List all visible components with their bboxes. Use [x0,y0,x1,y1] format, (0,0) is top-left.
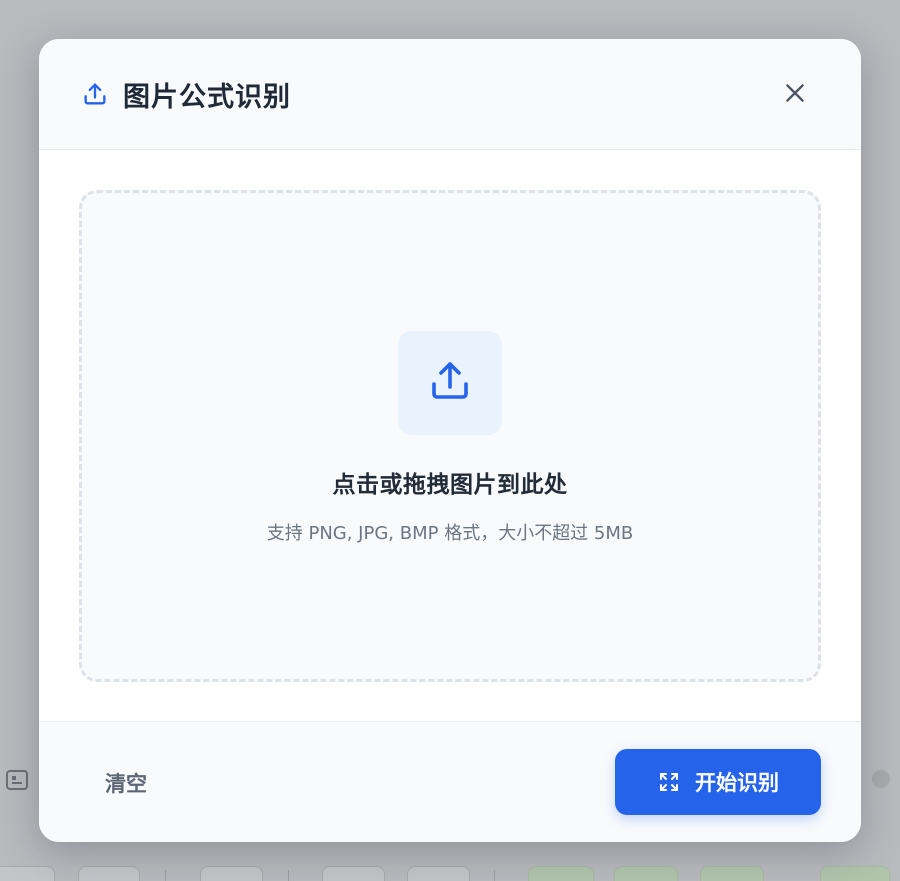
background-chip [78,866,140,881]
upload-tile [398,331,502,435]
background-chip [700,866,764,881]
dialog-footer: 清空 开始识别 [39,721,861,842]
dialog-title: 图片公式识别 [123,81,291,113]
start-button-label: 开始识别 [695,771,779,795]
background-chip [528,866,594,881]
upload-icon [426,357,474,409]
dropzone-hint: 支持 PNG, JPG, BMP 格式，大小不超过 5MB [266,523,634,544]
background-separator [165,870,166,881]
dialog-body: 点击或拖拽图片到此处 支持 PNG, JPG, BMP 格式，大小不超过 5MB [39,150,861,721]
background-calculator-icon [6,770,28,790]
close-icon [782,80,808,110]
background-avatar [872,770,890,788]
upload-icon [81,80,109,108]
background-separator [288,870,289,881]
background-separator [494,870,495,881]
background-chip [0,866,55,881]
close-button[interactable] [779,79,811,111]
background-chip [614,866,678,881]
scan-icon [657,770,681,794]
start-recognition-button[interactable]: 开始识别 [615,749,821,815]
formula-recognition-dialog: 图片公式识别 点击或拖拽图片到此处 支持 PNG, JPG, BMP 格式，大小… [39,39,861,842]
background-chip [407,866,470,881]
image-dropzone[interactable]: 点击或拖拽图片到此处 支持 PNG, JPG, BMP 格式，大小不超过 5MB [79,190,821,682]
clear-button[interactable]: 清空 [105,768,147,798]
background-chip [200,866,263,881]
background-chip [322,866,385,881]
dropzone-title: 点击或拖拽图片到此处 [332,472,568,498]
background-chip [820,866,890,881]
dialog-header: 图片公式识别 [39,39,861,150]
